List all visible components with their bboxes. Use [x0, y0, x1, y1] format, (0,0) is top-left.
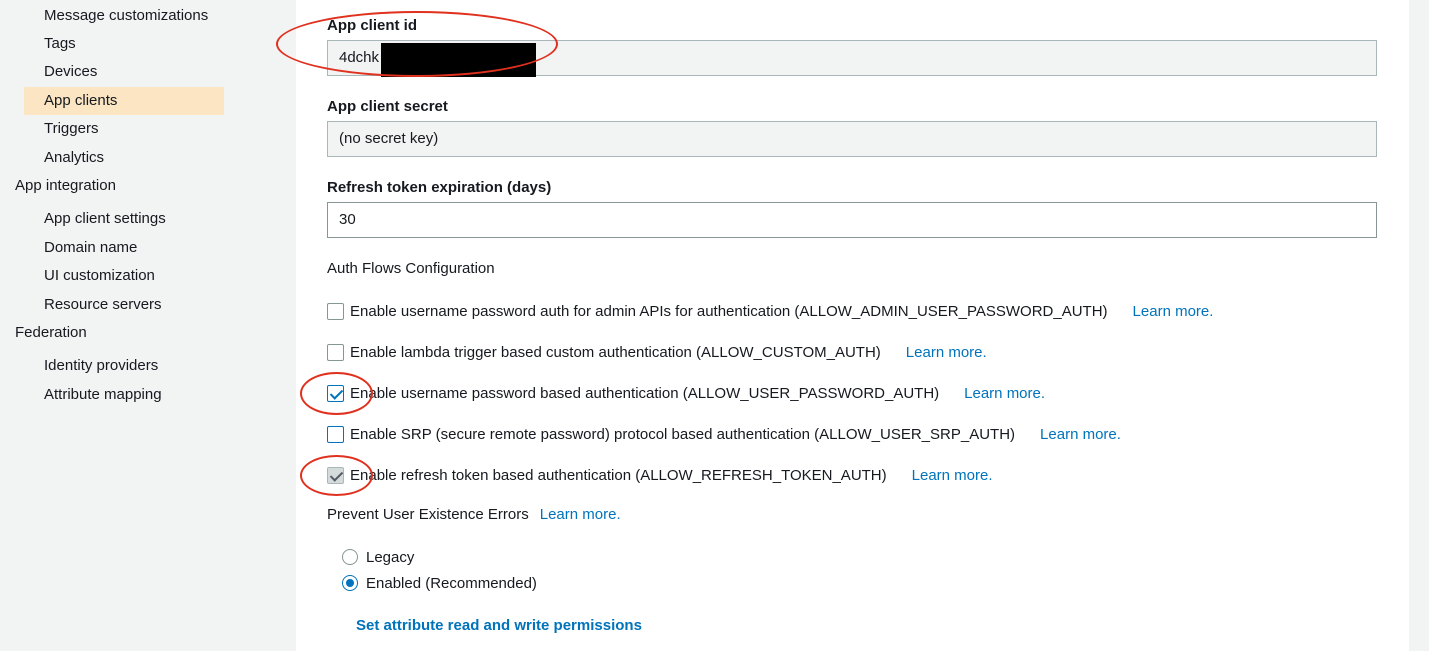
auth-flow-custom-auth: Enable lambda trigger based custom authe…	[327, 342, 987, 362]
app-client-secret-field: (no secret key)	[327, 121, 1377, 157]
sidebar-item-analytics[interactable]: Analytics	[24, 144, 224, 172]
checkbox-user-password[interactable]	[327, 384, 344, 402]
refresh-token-input[interactable]: 30	[327, 202, 1377, 238]
page-margin	[1409, 0, 1429, 651]
app-client-secret-label: App client secret	[327, 98, 448, 115]
radio-enabled[interactable]	[342, 575, 358, 591]
learn-more-link[interactable]: Learn more.	[964, 385, 1045, 402]
sidebar-group-federation[interactable]: Federation	[15, 323, 87, 343]
app-client-id-label: App client id	[327, 17, 417, 34]
checkbox-label: Enable username password based authentic…	[350, 384, 940, 402]
checkbox-label: Enable SRP (secure remote password) prot…	[350, 425, 1016, 443]
auth-flow-admin-user-password: Enable username password auth for admin …	[327, 301, 1213, 321]
checkbox-user-srp[interactable]	[327, 425, 344, 443]
refresh-token-label: Refresh token expiration (days)	[327, 179, 552, 196]
auth-flow-user-srp: Enable SRP (secure remote password) prot…	[327, 424, 1121, 444]
prevent-errors-label: Prevent User Existence Errors	[327, 506, 529, 523]
prevent-errors-heading: Prevent User Existence Errors Learn more…	[327, 506, 621, 523]
app-client-details-panel: App client id 4dchk App client secret (n…	[296, 0, 1409, 651]
checkbox-label: Enable lambda trigger based custom authe…	[350, 343, 881, 361]
radio-row-enabled: Enabled (Recommended)	[342, 573, 537, 593]
redaction-block	[381, 43, 536, 77]
sidebar-item-app-clients[interactable]: App clients	[24, 87, 224, 115]
sidebar-item-identity-providers[interactable]: Identity providers	[24, 352, 224, 380]
learn-more-link[interactable]: Learn more.	[912, 467, 993, 484]
radio-label: Enabled (Recommended)	[366, 574, 537, 592]
sidebar-nav: Message customizations Tags Devices App …	[0, 0, 296, 651]
sidebar-item-resource-servers[interactable]: Resource servers	[24, 291, 224, 319]
learn-more-link[interactable]: Learn more.	[906, 344, 987, 361]
learn-more-link[interactable]: Learn more.	[540, 506, 621, 523]
checkbox-custom-auth[interactable]	[327, 343, 344, 361]
radio-row-legacy: Legacy	[342, 547, 414, 567]
sidebar-group-app-integration[interactable]: App integration	[15, 176, 116, 196]
checkbox-label: Enable username password auth for admin …	[350, 302, 1108, 320]
sidebar-item-attribute-mapping[interactable]: Attribute mapping	[24, 381, 224, 409]
sidebar-item-triggers[interactable]: Triggers	[24, 115, 224, 143]
sidebar-item-message-customizations[interactable]: Message customizations	[24, 2, 224, 30]
checkbox-admin-user-password[interactable]	[327, 302, 344, 320]
learn-more-link[interactable]: Learn more.	[1040, 426, 1121, 443]
checkbox-label: Enable refresh token based authenticatio…	[350, 466, 887, 484]
sidebar-item-tags[interactable]: Tags	[24, 30, 224, 58]
sidebar-item-ui-customization[interactable]: UI customization	[24, 262, 224, 290]
radio-legacy[interactable]	[342, 549, 358, 565]
checkbox-refresh-token	[327, 466, 344, 484]
radio-label: Legacy	[366, 548, 415, 566]
auth-flow-refresh-token: Enable refresh token based authenticatio…	[327, 465, 993, 485]
auth-flows-heading: Auth Flows Configuration	[327, 260, 495, 277]
learn-more-link[interactable]: Learn more.	[1133, 303, 1214, 320]
sidebar-item-app-client-settings[interactable]: App client settings	[24, 205, 224, 233]
set-attribute-permissions-link[interactable]: Set attribute read and write permissions	[356, 617, 642, 634]
auth-flow-user-password: Enable username password based authentic…	[327, 383, 1045, 403]
sidebar-item-devices[interactable]: Devices	[24, 58, 224, 86]
sidebar-item-domain-name[interactable]: Domain name	[24, 234, 224, 262]
